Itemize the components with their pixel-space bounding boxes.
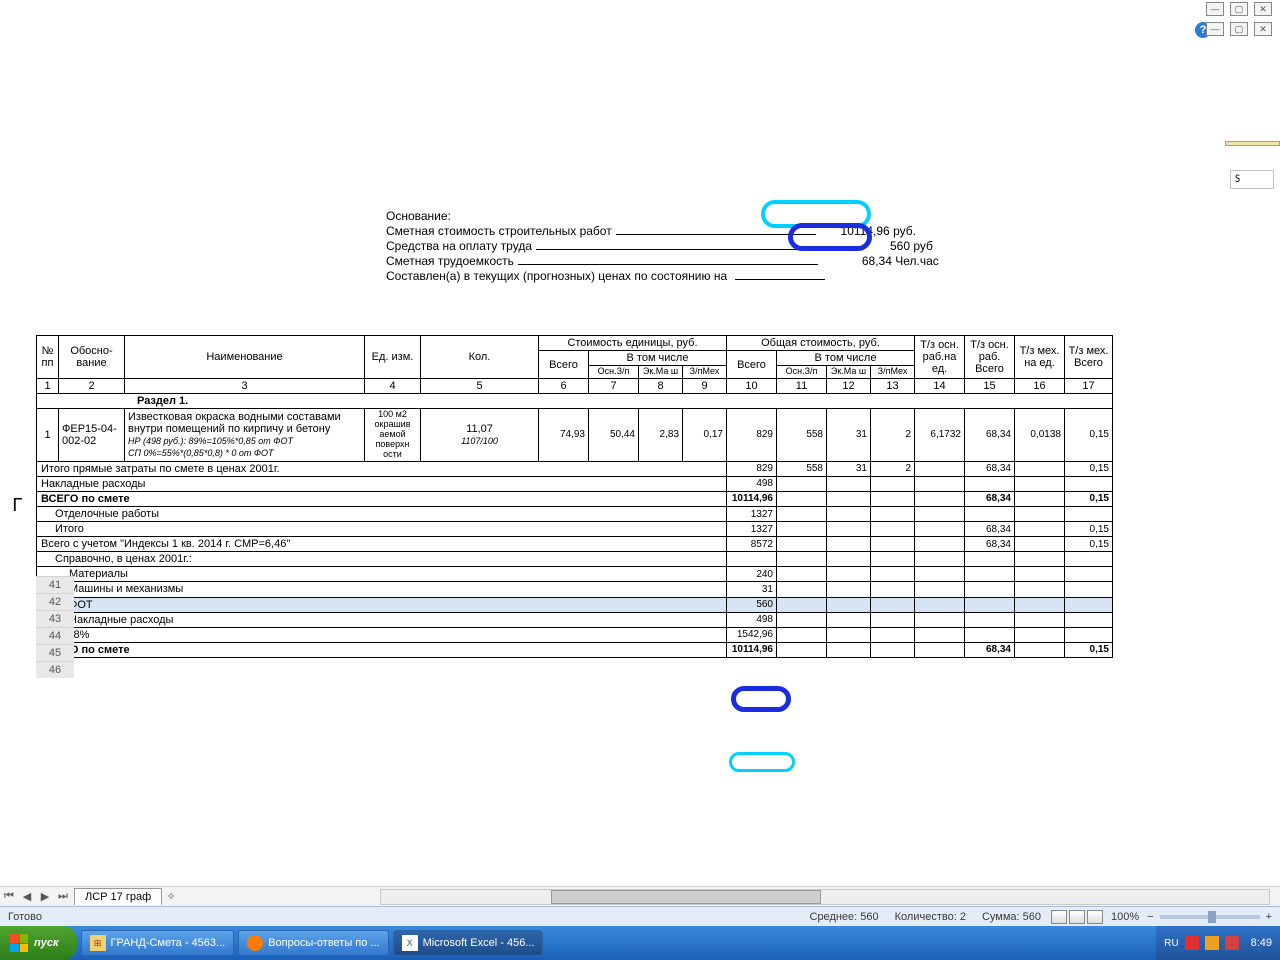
header-info-block: Основание: Сметная стоимость строительны… [386,209,939,284]
close-button[interactable]: ✕ [1254,2,1272,16]
maximize-button[interactable]: ▢ [1230,2,1248,16]
summary-row[interactable]: Всего с учетом "Индексы 1 кв. 2014 г. СМ… [37,537,1113,552]
view-normal-icon[interactable] [1051,910,1067,924]
summary-row[interactable]: ВСЕГО по смете10114,9668,340,15 [37,491,1113,506]
taskbar-item-grandsmeta[interactable]: ⊞ГРАНД-Смета - 4563... [81,930,235,956]
maximize-button[interactable]: ▢ [1230,22,1248,36]
window-controls-1: — ▢ ✕ [1206,2,1272,16]
summary-row[interactable]: Справочно, в ценах 2001г.: [37,552,1113,567]
tray-icon[interactable] [1205,936,1219,950]
summary-row[interactable]: ФОТ560 [37,597,1113,612]
view-layout-icon[interactable] [1069,910,1085,924]
zoom-level[interactable]: 100% [1111,911,1139,923]
close-button[interactable]: ✕ [1254,22,1272,36]
annotation-cyan-2 [729,752,795,772]
app-icon: ⊞ [90,935,106,951]
status-ready: Готово [8,911,42,923]
taskbar-item-browser[interactable]: Вопросы-ответы по ... [238,930,388,956]
view-break-icon[interactable] [1087,910,1103,924]
ribbon-fragment [1225,141,1280,146]
nav-prev-icon[interactable]: ◀ [18,888,36,906]
estimate-table[interactable]: № ппОбосно-вание НаименованиеЕд. изм.Кол… [36,335,1113,658]
zoom-out-icon[interactable]: − [1147,911,1153,923]
row-indicator: Г [12,495,23,516]
summary-row[interactable]: ВСЕГО по смете10114,9668,340,15 [37,642,1113,657]
tray-icon[interactable] [1185,936,1199,950]
info-labor: Сметная трудоемкость68,34 Чел.час [386,254,939,268]
tray-icon[interactable] [1225,936,1239,950]
new-sheet-icon[interactable]: ✧ [162,888,180,906]
zoom-in-icon[interactable]: + [1266,911,1272,923]
nav-next-icon[interactable]: ▶ [36,888,54,906]
summary-row[interactable]: Отделочные работы1327 [37,507,1113,522]
summary-row[interactable]: Машины и механизмы31 [37,582,1113,597]
annotation-blue-2 [731,686,791,712]
table-header: № ппОбосно-вание НаименованиеЕд. изм.Кол… [37,336,1113,394]
sheet-tab[interactable]: ЛСР 17 граф [74,888,162,905]
minimize-button[interactable]: — [1206,2,1224,16]
summary-row[interactable]: Итого прямые затраты по смете в ценах 20… [37,461,1113,476]
info-wages: Средства на оплату труда560 руб [386,239,939,253]
section-header: Раздел 1. [37,394,1113,409]
status-average: Среднее: 560 [810,911,879,923]
nav-first-icon[interactable]: ⏮ [0,888,18,906]
windows-logo-icon [10,934,28,952]
status-sum: Сумма: 560 [982,911,1041,923]
start-button[interactable]: пуск [0,926,77,960]
taskbar: пуск ⊞ГРАНД-Смета - 4563... Вопросы-отве… [0,926,1280,960]
nav-last-icon[interactable]: ⏭ [54,888,72,906]
status-count: Количество: 2 [895,911,966,923]
worksheet-area[interactable]: Основание: Сметная стоимость строительны… [36,195,1274,896]
taskbar-item-excel[interactable]: XMicrosoft Excel - 456... [393,930,544,956]
sheet-tab-bar: ⏮ ◀ ▶ ⏭ ЛСР 17 граф ✧ [0,886,1280,906]
clock[interactable]: 8:49 [1251,937,1272,949]
minimize-button[interactable]: — [1206,22,1224,36]
info-cost: Сметная стоимость строительных работ1011… [386,224,939,238]
window-controls-2: — ▢ ✕ [1206,22,1272,36]
horizontal-scrollbar[interactable] [380,889,1270,905]
summary-row[interactable]: НДС 18%1542,96 [37,627,1113,642]
column-header-S[interactable]: S [1230,170,1274,189]
summary-row[interactable]: Накладные расходы498 [37,476,1113,491]
table-row[interactable]: 1 ФЕР15-04-002-02 Известковая окраска во… [37,409,1113,461]
summary-row[interactable]: Материалы240 [37,567,1113,582]
system-tray[interactable]: RU 8:49 [1156,926,1280,960]
info-basis: Основание: [386,209,939,223]
status-bar: Готово Среднее: 560 Количество: 2 Сумма:… [0,906,1280,926]
summary-row[interactable]: Итого132768,340,15 [37,522,1113,537]
info-compiled: Составлен(а) в текущих (прогнозных) цена… [386,269,939,283]
summary-row[interactable]: Накладные расходы498 [37,612,1113,627]
excel-icon: X [402,935,418,951]
language-indicator[interactable]: RU [1164,938,1178,949]
app-icon [247,935,263,951]
row-numbers: 414243444546 [36,576,74,678]
zoom-slider[interactable] [1160,915,1260,919]
